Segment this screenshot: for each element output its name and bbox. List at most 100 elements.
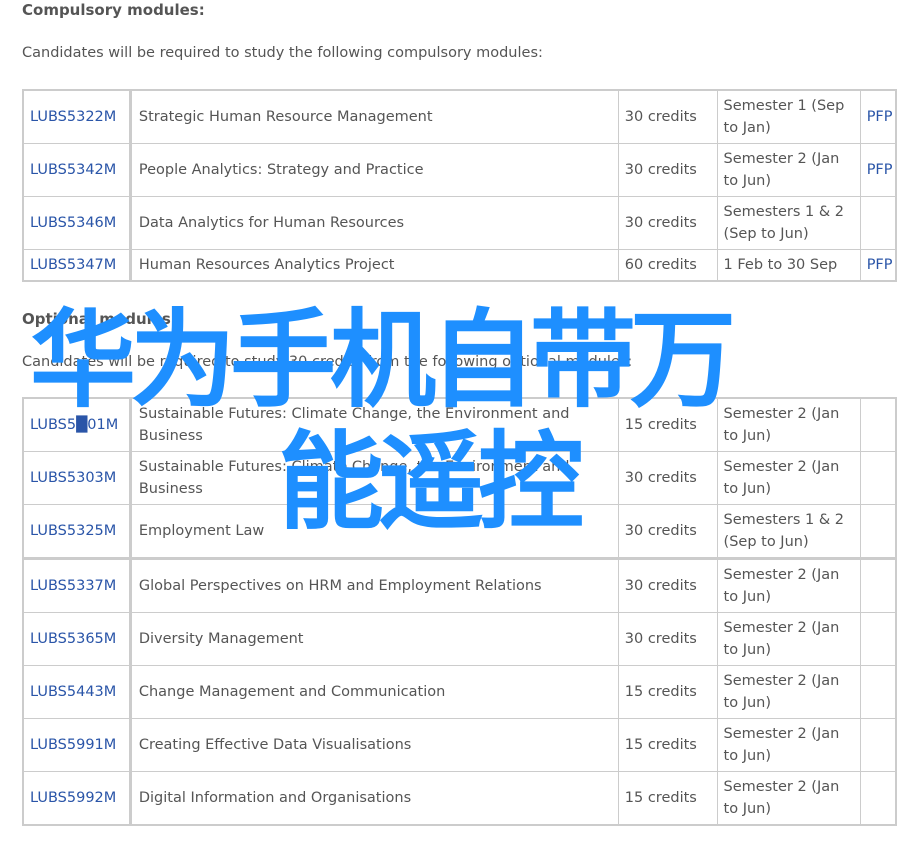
module-credits: 60 credits (624, 256, 697, 273)
module-credits: 30 credits (624, 469, 697, 486)
table-row: LUBS5992M Digital Information and Organis… (22, 771, 897, 826)
module-semester: Semester 2 (Jan to Jun) (723, 778, 840, 818)
module-code-link[interactable]: LUBS5992M (30, 790, 116, 806)
cell-sem: Semester 2 (Jan to Jun) (716, 451, 861, 505)
module-title: Employment Law (138, 522, 265, 539)
cell-code: LUBS5991M (22, 718, 132, 772)
module-code-link[interactable]: LUBS5303M (30, 470, 116, 486)
cell-sem: Semester 2 (Jan to Jun) (716, 557, 861, 613)
pfp-link[interactable]: PFP (867, 257, 893, 273)
cell-code: LUBS5992M (22, 771, 132, 826)
optional-modules-table: LUBS5█01M Sustainable Futures: Climate Ch… (22, 397, 897, 826)
cell-credits: 30 credits (617, 143, 718, 197)
cell-pfp (859, 718, 897, 772)
module-code-link[interactable]: LUBS5346M (30, 215, 116, 231)
cell-code: LUBS5365M (22, 612, 132, 666)
cell-sem: Semester 2 (Jan to Jun) (716, 665, 861, 719)
cell-sem: 1 Feb to 30 Sep (716, 249, 861, 282)
module-semester: Semester 2 (Jan to Jun) (723, 672, 840, 712)
table-row: LUBS5337M Global Perspectives on HRM and … (22, 557, 897, 613)
module-code-link[interactable]: LUBS5347M (30, 257, 116, 273)
cell-sem: Semester 2 (Jan to Jun) (716, 718, 861, 772)
cell-pfp (859, 196, 897, 250)
cell-credits: 60 credits (617, 249, 718, 282)
module-title: Data Analytics for Human Resources (138, 214, 405, 231)
cell-pfp (859, 397, 897, 452)
module-credits: 30 credits (624, 161, 697, 178)
module-code-link[interactable]: LUBS5365M (30, 631, 116, 647)
cell-pfp (859, 557, 897, 613)
module-semester: Semesters 1 & 2 (Sep to Jun) (723, 203, 844, 243)
module-title: Diversity Management (138, 630, 304, 647)
cell-credits: 30 credits (617, 557, 718, 613)
pfp-link[interactable]: PFP (867, 109, 893, 125)
cell-pfp: PFP (859, 89, 897, 144)
cell-title: Change Management and Communication (129, 665, 619, 719)
cell-credits: 15 credits (617, 718, 718, 772)
pfp-link[interactable]: PFP (867, 162, 893, 178)
module-code-link[interactable]: LUBS5█01M (30, 417, 118, 433)
cell-sem: Semester 2 (Jan to Jun) (716, 612, 861, 666)
cell-pfp: PFP (859, 143, 897, 197)
module-credits: 15 credits (624, 789, 697, 806)
cell-pfp (859, 504, 897, 559)
table-row: LUBS5325M Employment Law 30 credits Semeste… (22, 504, 897, 559)
module-code-link[interactable]: LUBS5337M (30, 578, 116, 594)
module-code-link[interactable]: LUBS5325M (30, 523, 116, 539)
optional-intro: Candidates will be required to study 30 … (22, 354, 633, 370)
module-title: Change Management and Communication (138, 683, 446, 700)
module-semester: 1 Feb to 30 Sep (723, 256, 838, 273)
cell-sem: Semester 2 (Jan to Jun) (716, 771, 861, 826)
module-semester: Semester 2 (Jan to Jun) (723, 150, 840, 190)
module-title: Digital Information and Organisations (138, 789, 412, 806)
module-credits: 30 credits (624, 577, 697, 594)
module-credits: 15 credits (624, 683, 697, 700)
cell-credits: 30 credits (617, 504, 718, 559)
cell-pfp (859, 665, 897, 719)
module-credits: 30 credits (624, 214, 697, 231)
module-semester: Semester 2 (Jan to Jun) (723, 458, 840, 498)
module-title: Strategic Human Resource Management (138, 108, 433, 125)
cell-title: Digital Information and Organisations (129, 771, 619, 826)
cell-credits: 30 credits (617, 612, 718, 666)
module-title: Sustainable Futures: Climate Change, the… (138, 405, 570, 445)
module-code-link[interactable]: LUBS5991M (30, 737, 116, 753)
cell-sem: Semester 2 (Jan to Jun) (716, 397, 861, 452)
cell-credits: 15 credits (617, 771, 718, 826)
module-credits: 15 credits (624, 416, 697, 433)
module-title: People Analytics: Strategy and Practice (138, 161, 424, 178)
cell-title: Data Analytics for Human Resources (129, 196, 619, 250)
module-code-link[interactable]: LUBS5322M (30, 109, 116, 125)
cell-pfp: PFP (859, 249, 897, 282)
cell-code: LUBS5303M (22, 451, 132, 505)
cell-pfp (859, 612, 897, 666)
module-semester: Semesters 1 & 2 (Sep to Jun) (723, 511, 844, 551)
cell-title: Strategic Human Resource Management (129, 89, 619, 144)
compulsory-modules-table: LUBS5322M Strategic Human Resource Manage… (22, 89, 897, 282)
cell-credits: 15 credits (617, 397, 718, 452)
table-row: LUBS5█01M Sustainable Futures: Climate Ch… (22, 397, 897, 452)
cell-credits: 30 credits (617, 451, 718, 505)
cell-code: LUBS5347M (22, 249, 132, 282)
module-credits: 15 credits (624, 736, 697, 753)
module-credits: 30 credits (624, 522, 697, 539)
cell-title: Human Resources Analytics Project (129, 249, 619, 282)
table-row: LUBS5346M Data Analytics for Human Resour… (22, 196, 897, 250)
module-title: Sustainable Futures: Climate Change, the… (138, 458, 570, 498)
module-title: Human Resources Analytics Project (138, 256, 395, 273)
module-semester: Semester 2 (Jan to Jun) (723, 405, 840, 445)
module-code-link[interactable]: LUBS5443M (30, 684, 116, 700)
cell-title: Diversity Management (129, 612, 619, 666)
table-row: LUBS5322M Strategic Human Resource Manage… (22, 89, 897, 144)
cell-title: Global Perspectives on HRM and Employmen… (129, 557, 619, 613)
module-semester: Semester 2 (Jan to Jun) (723, 566, 840, 606)
cell-title: Sustainable Futures: Climate Change, the… (129, 451, 619, 505)
module-code-link[interactable]: LUBS5342M (30, 162, 116, 178)
table-row: LUBS5991M Creating Effective Data Visuali… (22, 718, 897, 772)
cell-code: LUBS5342M (22, 143, 132, 197)
cell-title: Creating Effective Data Visualisations (129, 718, 619, 772)
table-row: LUBS5443M Change Management and Communica… (22, 665, 897, 719)
cell-pfp (859, 771, 897, 826)
module-title: Global Perspectives on HRM and Employmen… (138, 577, 542, 594)
cell-code: LUBS5443M (22, 665, 132, 719)
